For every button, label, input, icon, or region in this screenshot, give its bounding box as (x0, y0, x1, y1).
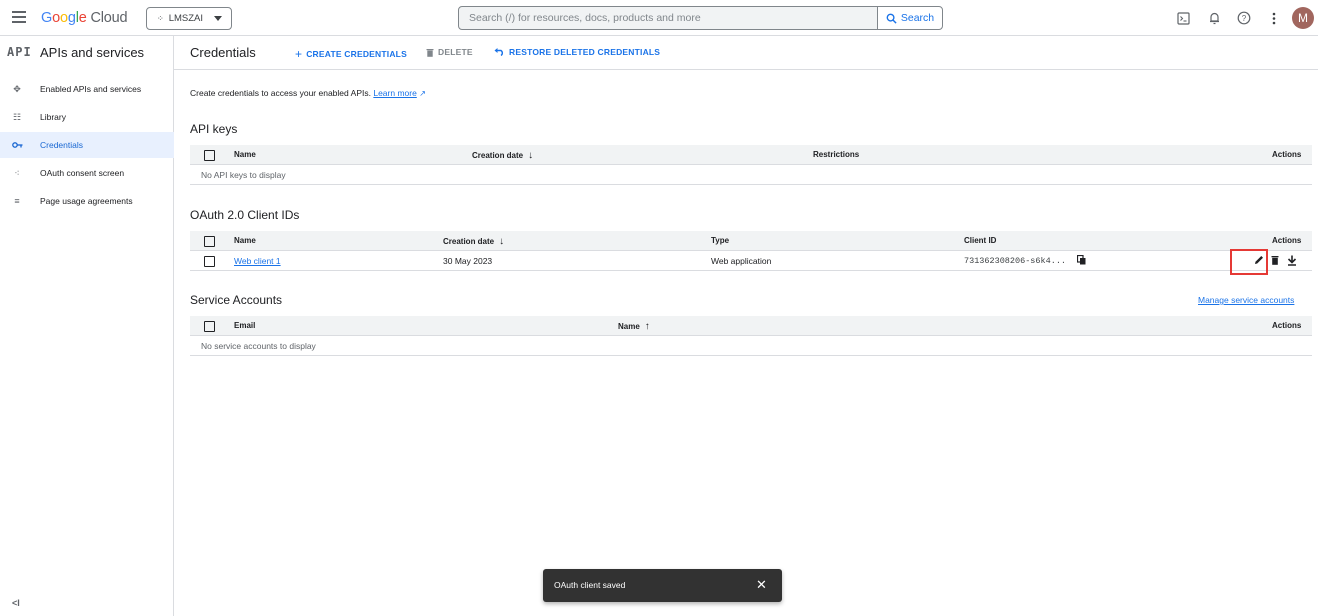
column-actions: Actions (1272, 236, 1302, 245)
notifications-icon[interactable] (1206, 10, 1222, 26)
page-title: Credentials (190, 45, 256, 60)
project-picker[interactable]: ⁘ LMSZAI (146, 7, 232, 30)
cloud-shell-icon[interactable] (1175, 10, 1191, 26)
trash-icon (426, 48, 434, 57)
select-all-checkbox[interactable] (204, 236, 215, 247)
svg-text:?: ? (1242, 14, 1247, 23)
table-header: Name Creation date ↓ Restrictions Actions (190, 145, 1312, 165)
search-input[interactable] (459, 7, 877, 29)
select-all-checkbox[interactable] (204, 150, 215, 161)
empty-state: No API keys to display (201, 170, 286, 180)
client-name-link[interactable]: Web client 1 (234, 256, 281, 266)
column-restrictions: Restrictions (813, 150, 860, 159)
row-checkbox[interactable] (204, 256, 215, 267)
column-creation-date[interactable]: Creation date ↓ (443, 236, 504, 247)
column-name[interactable]: Name (234, 236, 256, 245)
arrow-down-icon: ↓ (499, 236, 505, 247)
table-row: No API keys to display (190, 165, 1312, 185)
project-icon: ⁘ (157, 14, 164, 23)
column-name[interactable]: Name (234, 150, 256, 159)
restore-deleted-credentials-button[interactable]: RESTORE DELETED CREDENTIALS (494, 47, 660, 57)
column-actions: Actions (1272, 321, 1302, 330)
open-in-new-icon: ↗ (419, 89, 426, 98)
table-row: No service accounts to display (190, 336, 1312, 356)
client-type: Web application (711, 256, 772, 266)
column-actions: Actions (1272, 150, 1302, 159)
oauth-title: OAuth 2.0 Client IDs (190, 208, 300, 222)
chevron-down-icon (214, 16, 222, 21)
sidebar-item-credentials[interactable]: Credentials (0, 132, 174, 158)
service-accounts-title: Service Accounts (190, 293, 283, 307)
search-field[interactable] (458, 6, 878, 30)
copy-icon[interactable] (1076, 254, 1086, 267)
manage-service-accounts-link[interactable]: Manage service accounts (1198, 295, 1294, 305)
arrow-up-icon: ↑ (644, 321, 650, 332)
oauth-table: Name Creation date ↓ Type Client ID Actio… (190, 231, 1312, 271)
sidebar-title: APIs and services (40, 45, 145, 60)
delete-icon[interactable] (1269, 253, 1281, 267)
download-icon[interactable] (1286, 253, 1298, 267)
sidebar-item-enabled-apis[interactable]: ✥ Enabled APIs and services (0, 76, 174, 102)
page-header: Credentials + CREATE CREDENTIALS DELETE … (174, 36, 1318, 70)
sidebar: API APIs and services ✥ Enabled APIs and… (0, 36, 174, 616)
api-icon: API (7, 45, 32, 59)
google-cloud-logo[interactable]: Google Cloud (41, 10, 128, 26)
column-email[interactable]: Email (234, 321, 255, 330)
learn-more-link[interactable]: Learn more (373, 88, 416, 98)
column-client-id: Client ID (964, 236, 997, 245)
move-icon: ✥ (13, 83, 21, 94)
key-icon (11, 139, 23, 151)
sidebar-item-page-usage[interactable]: ≡ Page usage agreements (0, 188, 174, 214)
more-vert-icon[interactable] (1266, 10, 1282, 26)
api-keys-title: API keys (190, 122, 238, 136)
search-icon (886, 13, 897, 24)
project-name: LMSZAI (168, 13, 204, 24)
intro-text: Create credentials to access your enable… (190, 88, 426, 98)
settings-list-icon: ≡ (14, 196, 20, 206)
table-header: Name Creation date ↓ Type Client ID Actio… (190, 231, 1312, 251)
snackbar-message: OAuth client saved (554, 580, 626, 590)
search-button[interactable]: Search (877, 6, 943, 30)
creation-date: 30 May 2023 (443, 256, 493, 266)
top-bar: Google Cloud ⁘ LMSZAI Search ? M (0, 0, 1318, 36)
sidebar-item-oauth-consent[interactable]: ⁖ OAuth consent screen (0, 160, 174, 186)
plus-icon: + (295, 47, 303, 61)
sidebar-header: API APIs and services (0, 36, 174, 69)
empty-state: No service accounts to display (201, 341, 316, 351)
delete-button[interactable]: DELETE (426, 47, 473, 57)
service-accounts-table: Email Name ↑ Actions No service accounts … (190, 316, 1312, 356)
avatar[interactable]: M (1292, 7, 1314, 29)
sidebar-item-library[interactable]: ☷ Library (0, 104, 174, 130)
table-header: Email Name ↑ Actions (190, 316, 1312, 336)
select-all-checkbox[interactable] (204, 321, 215, 332)
arrow-down-icon: ↓ (528, 150, 534, 161)
snackbar: OAuth client saved ✕ (543, 569, 782, 602)
edit-icon[interactable] (1253, 253, 1265, 267)
api-keys-table: Name Creation date ↓ Restrictions Actions… (190, 145, 1312, 185)
column-type: Type (711, 236, 730, 245)
help-icon[interactable]: ? (1236, 10, 1252, 26)
menu-icon[interactable] (12, 11, 26, 23)
close-icon[interactable]: ✕ (756, 577, 767, 593)
client-id: 731362308206-s6k4... (964, 256, 1067, 266)
dots-icon: ⁖ (14, 167, 20, 178)
column-name[interactable]: Name ↑ (618, 321, 650, 332)
table-row: Web client 1 30 May 2023 Web application… (190, 251, 1312, 271)
undo-icon (494, 48, 503, 56)
library-icon: ☷ (12, 111, 22, 122)
create-credentials-button[interactable]: + CREATE CREDENTIALS (295, 47, 407, 61)
collapse-sidebar-icon[interactable]: <I (12, 598, 20, 608)
column-creation-date[interactable]: Creation date ↓ (472, 150, 533, 161)
